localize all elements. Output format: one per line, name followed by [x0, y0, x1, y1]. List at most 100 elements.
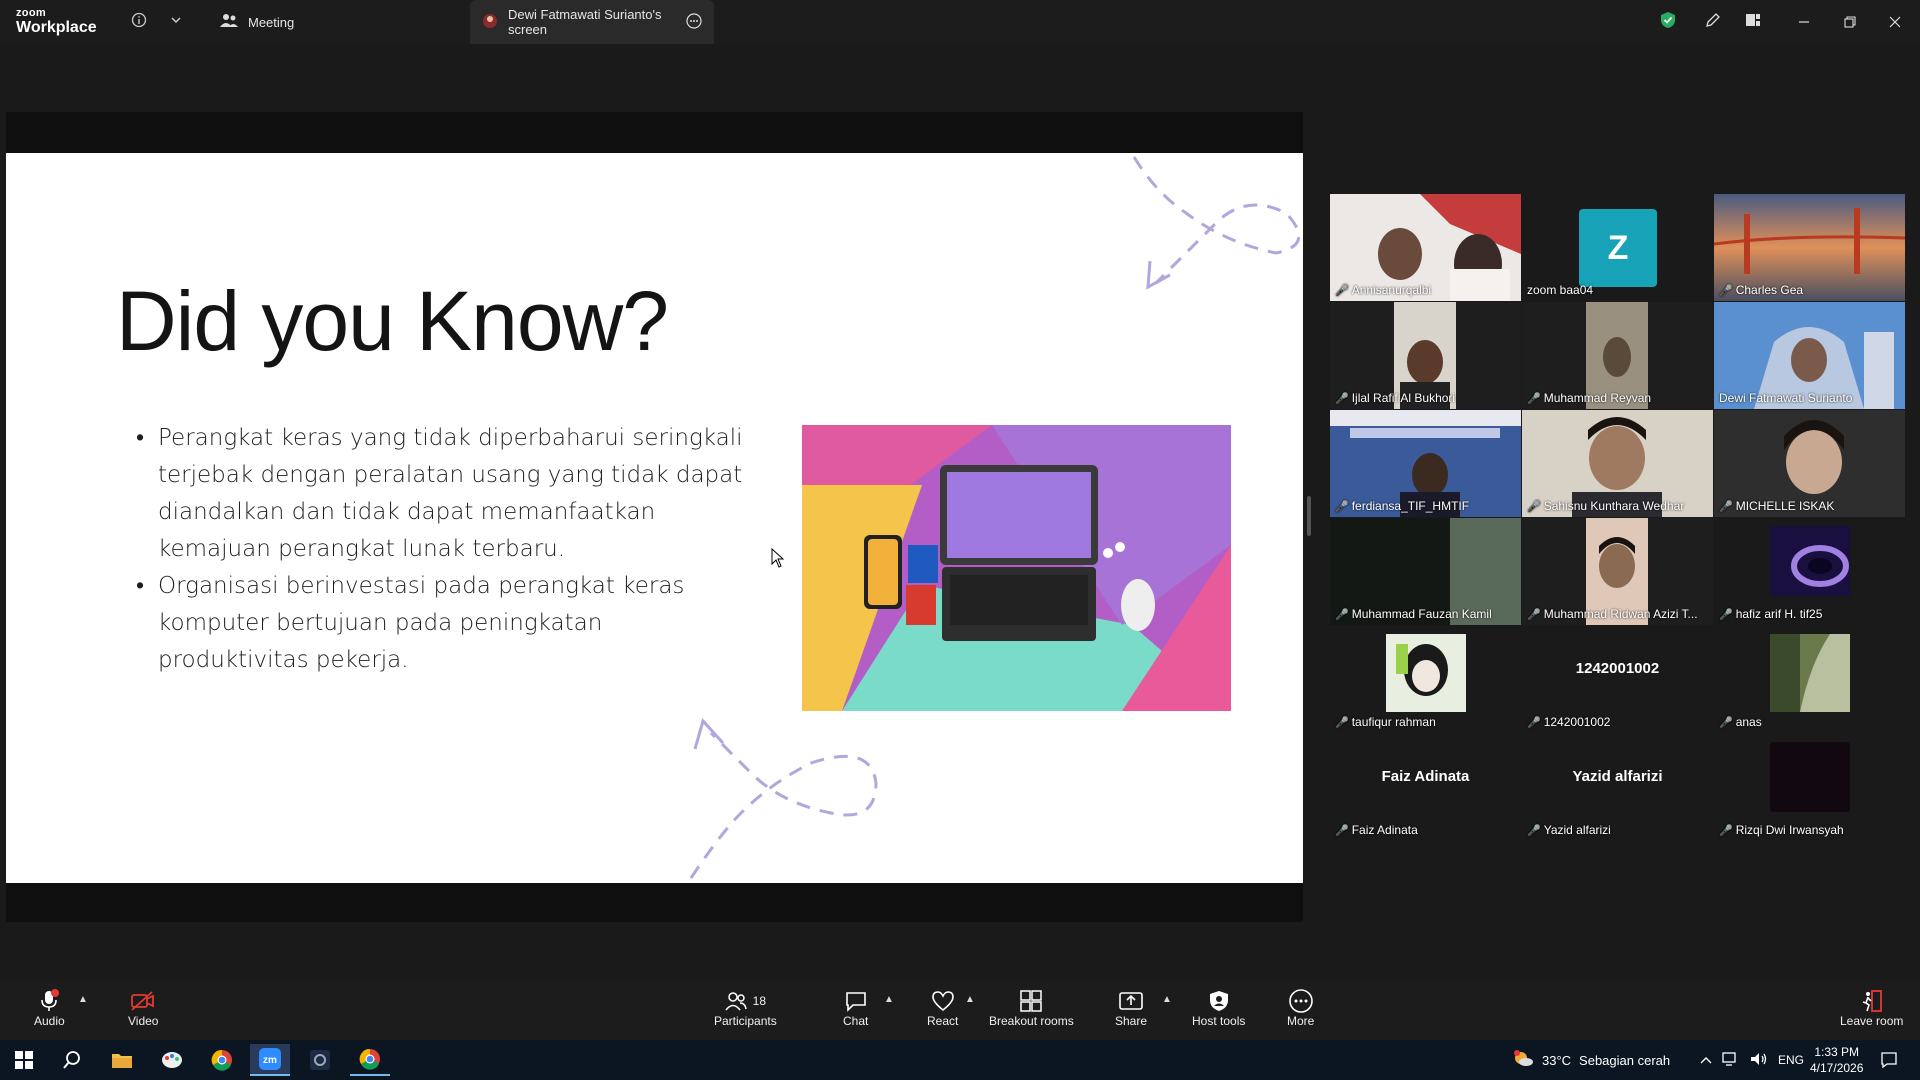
- share-options-chevron-icon[interactable]: ▲: [1162, 994, 1172, 1005]
- tray-chevron-up-icon[interactable]: [1700, 1053, 1712, 1068]
- paint-app-icon[interactable]: [152, 1044, 192, 1076]
- chat-button[interactable]: Chat: [843, 988, 868, 1028]
- mic-muted-icon: 🎤: [1335, 284, 1349, 297]
- clock-date: 4/17/2026: [1810, 1061, 1864, 1075]
- chrome-active-icon[interactable]: [350, 1044, 390, 1076]
- minimize-button[interactable]: [1789, 8, 1819, 36]
- participant-name: zoom baa04: [1527, 283, 1594, 297]
- participant-name: anas: [1735, 715, 1762, 729]
- chevron-down-icon[interactable]: [166, 10, 186, 30]
- info-icon[interactable]: [129, 10, 149, 30]
- react-options-chevron-icon[interactable]: ▲: [965, 994, 975, 1005]
- close-button[interactable]: [1880, 8, 1910, 36]
- participant-name: Faiz Adinata: [1351, 823, 1418, 837]
- mic-muted-icon: 🎤: [1527, 608, 1541, 621]
- file-explorer-icon[interactable]: [102, 1044, 142, 1076]
- shared-slide[interactable]: Did you Know? Perangkat keras yang tidak…: [6, 153, 1303, 883]
- tab-meeting[interactable]: Meeting: [208, 0, 306, 44]
- more-button[interactable]: More: [1287, 988, 1314, 1028]
- meeting-stage: Did you Know? Perangkat keras yang tidak…: [0, 44, 1920, 980]
- participant-tile[interactable]: 🎤 Muhammad Ridwan Azizi T...: [1522, 518, 1713, 625]
- slide-bullet: Perangkat keras yang tidak diperbaharui …: [136, 420, 756, 568]
- participants-button[interactable]: 18 Participants: [714, 988, 777, 1028]
- clock[interactable]: 1:33 PM 4/17/2026: [1810, 1040, 1863, 1080]
- annotate-pen-icon[interactable]: [1703, 10, 1723, 30]
- audio-button[interactable]: Audio: [34, 988, 65, 1028]
- search-icon[interactable]: [52, 1044, 92, 1076]
- clock-time: 1:33 PM: [1814, 1045, 1860, 1059]
- participant-name: Rizqi Dwi Irwansyah: [1735, 823, 1844, 837]
- sharer-avatar-icon: [482, 13, 498, 32]
- participant-tile[interactable]: 🎤 Ijlal Rafif Al Bukhori: [1330, 302, 1521, 409]
- title-bar: zoom Workplace Meeting Dewi Fatmawati Su…: [0, 0, 1920, 44]
- mic-muted-icon: 🎤: [1719, 608, 1733, 621]
- view-layout-icon[interactable]: [1743, 10, 1763, 30]
- participant-tile[interactable]: 1242001002 🎤 1242001002: [1522, 626, 1713, 733]
- chrome-icon[interactable]: [202, 1044, 242, 1076]
- participant-name: Muhammad Reyvan: [1543, 391, 1652, 405]
- mic-muted-icon: 🎤: [1335, 824, 1349, 837]
- participant-tile[interactable]: 🎤 Charles Gea: [1714, 194, 1905, 301]
- network-icon[interactable]: [1722, 1051, 1740, 1070]
- participant-tile[interactable]: 🎤 Sahisnu Kunthara Wedhar: [1522, 410, 1713, 517]
- tab-shared-screen[interactable]: Dewi Fatmawati Surianto's screen: [470, 0, 714, 44]
- share-screen-button[interactable]: Share: [1115, 988, 1147, 1028]
- people-icon: [220, 13, 238, 32]
- participant-tile[interactable]: Z zoom baa04: [1522, 194, 1713, 301]
- windows-start-icon[interactable]: [4, 1044, 44, 1076]
- participant-tile-active-speaker[interactable]: Dewi Fatmawati Surianto: [1714, 302, 1905, 409]
- more-options-icon[interactable]: [686, 12, 702, 32]
- audio-options-chevron-icon[interactable]: ▲: [78, 994, 88, 1005]
- brand-bottom: Workplace: [16, 19, 97, 36]
- leave-room-label: Leave room: [1840, 1014, 1904, 1028]
- heart-icon: [931, 988, 955, 1014]
- participant-tile[interactable]: Yazid alfarizi 🎤 Yazid alfarizi: [1522, 734, 1713, 841]
- decorative-arrow-top-icon: [1132, 156, 1301, 290]
- share-upload-icon: [1118, 988, 1144, 1014]
- participant-name: taufiqur rahman: [1351, 715, 1436, 729]
- participant-tile[interactable]: 🎤 Annisanurqalbi: [1330, 194, 1521, 301]
- laptop-on-desk-image: [802, 425, 1231, 711]
- panel-resize-handle[interactable]: [1307, 496, 1311, 536]
- participant-tile[interactable]: 🎤 Muhammad Reyvan: [1522, 302, 1713, 409]
- participant-tile[interactable]: 🎤 ferdiansa_TIF_HMTIF: [1330, 410, 1521, 517]
- host-tools-label: Host tools: [1192, 1014, 1246, 1028]
- mic-muted-icon: 🎤: [1335, 716, 1349, 729]
- participant-display-name: Faiz Adinata: [1381, 768, 1470, 785]
- share-label: Share: [1115, 1014, 1148, 1028]
- volume-icon[interactable]: [1750, 1051, 1768, 1070]
- video-button[interactable]: Video: [128, 988, 158, 1028]
- chat-options-chevron-icon[interactable]: ▲: [884, 994, 894, 1005]
- zoom-taskbar-icon[interactable]: zm: [250, 1044, 290, 1076]
- participant-name: Charles Gea: [1735, 283, 1804, 297]
- participant-tile[interactable]: 🎤 taufiqur rahman: [1330, 626, 1521, 733]
- breakout-rooms-button[interactable]: Breakout rooms: [989, 988, 1074, 1028]
- participant-name: Sahisnu Kunthara Wedhar: [1543, 499, 1685, 513]
- restore-button[interactable]: [1835, 8, 1865, 36]
- react-button[interactable]: React: [927, 988, 958, 1028]
- zoom-workplace-logo: zoom Workplace: [16, 8, 97, 36]
- participant-tile[interactable]: Faiz Adinata 🎤 Faiz Adinata: [1330, 734, 1521, 841]
- participant-tile[interactable]: 🎤 anas: [1714, 626, 1905, 733]
- participant-tile[interactable]: 🎤 Muhammad Fauzan Kamil: [1330, 518, 1521, 625]
- participants-icon: [725, 992, 747, 1011]
- weather-temp: 33°C: [1542, 1052, 1572, 1068]
- slide-bullet-list: Perangkat keras yang tidak diperbaharui …: [136, 420, 756, 679]
- participant-display-name: 1242001002: [1575, 660, 1660, 677]
- leave-room-button[interactable]: Leave room: [1840, 988, 1903, 1028]
- participant-name: Ijlal Rafif Al Bukhori: [1351, 391, 1456, 405]
- participant-tile[interactable]: 🎤 MICHELLE ISKAK: [1714, 410, 1905, 517]
- participant-name: MICHELLE ISKAK: [1735, 499, 1835, 513]
- language-indicator[interactable]: ENG: [1778, 1053, 1804, 1067]
- more-label: More: [1287, 1014, 1315, 1028]
- security-shield-icon[interactable]: [1658, 10, 1678, 30]
- breakout-grid-icon: [1019, 988, 1043, 1014]
- participant-tile[interactable]: 🎤 Rizqi Dwi Irwansyah: [1714, 734, 1905, 841]
- camera-app-icon[interactable]: [300, 1044, 340, 1076]
- slide-bullet: Organisasi berinvestasi pada perangkat k…: [136, 568, 756, 679]
- host-tools-button[interactable]: Host tools: [1192, 988, 1245, 1028]
- brand-top: zoom: [16, 7, 46, 19]
- notification-icon[interactable]: [1880, 1040, 1898, 1080]
- weather-widget[interactable]: 33°C Sebagian cerah: [1512, 1040, 1670, 1080]
- participant-tile[interactable]: 🎤 hafiz arif H. tif25: [1714, 518, 1905, 625]
